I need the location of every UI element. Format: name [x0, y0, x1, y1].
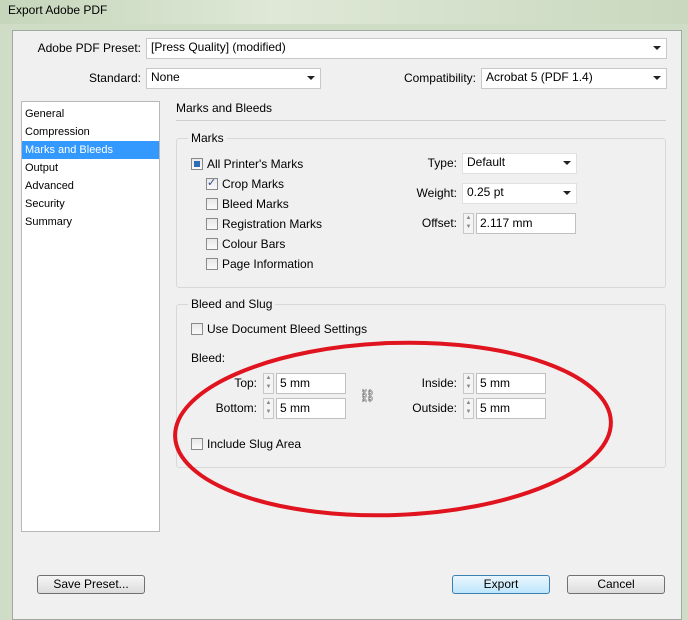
cancel-button[interactable]: Cancel [567, 575, 665, 594]
export-button[interactable]: Export [452, 575, 550, 594]
save-preset-button[interactable]: Save Preset... [37, 575, 145, 594]
red-ellipse-annotation [173, 340, 613, 518]
